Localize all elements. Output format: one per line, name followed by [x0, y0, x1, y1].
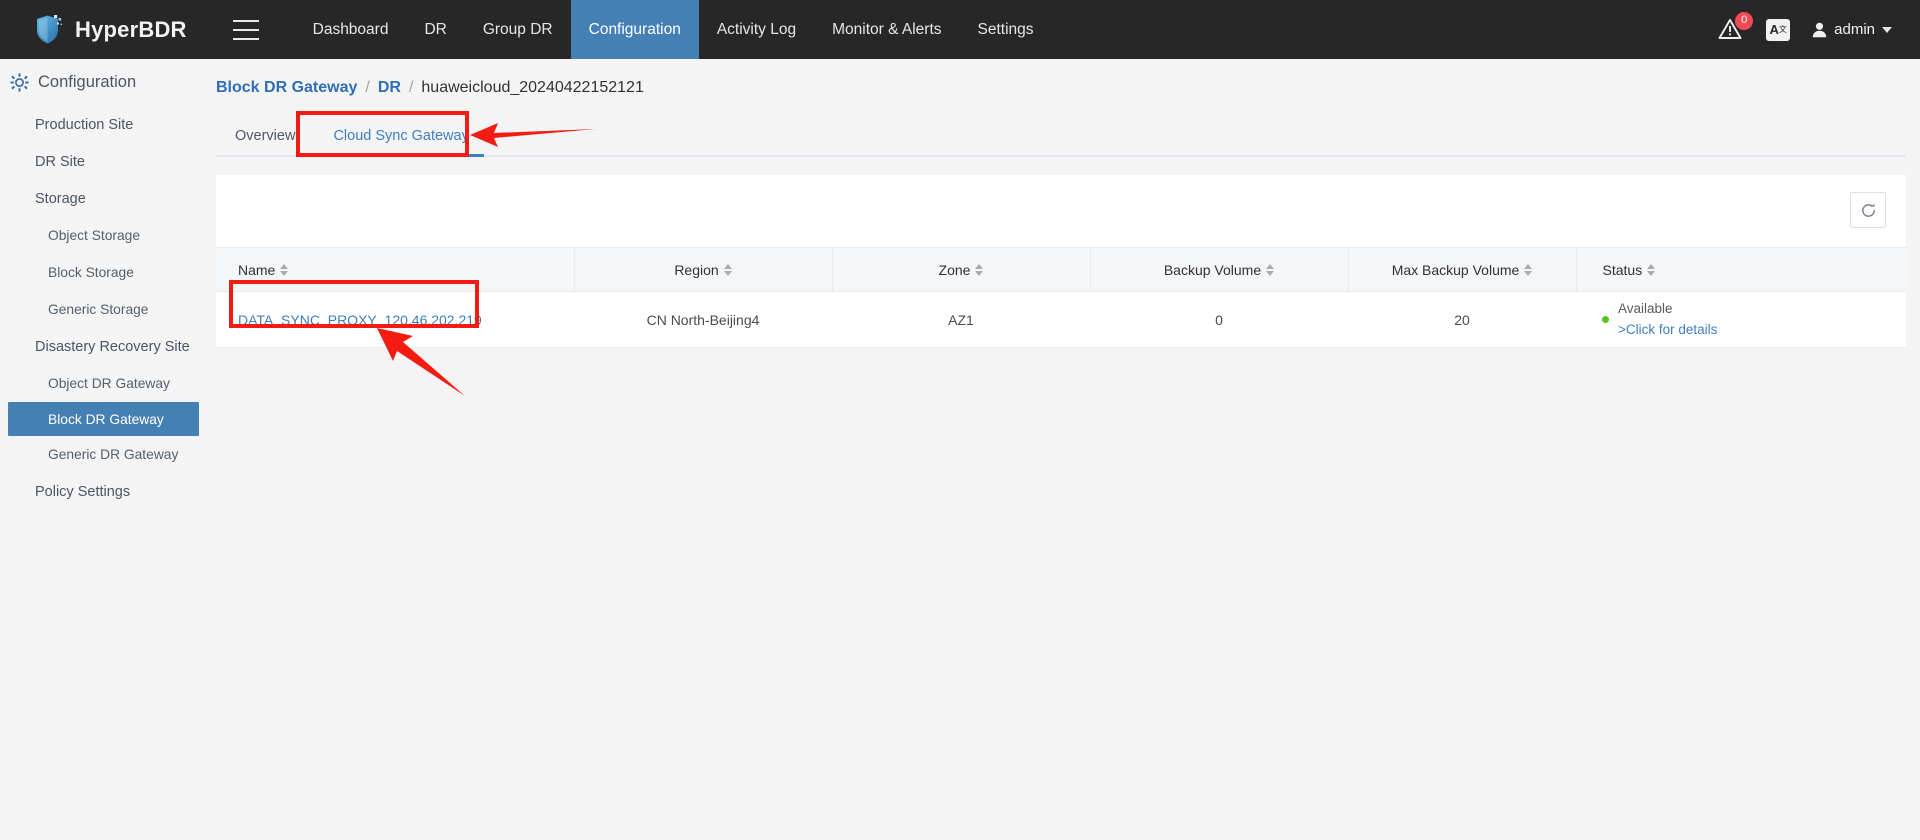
chevron-down-icon [1882, 26, 1892, 33]
table-header: Name Region Zone Backup Volume Max Backu… [216, 247, 1906, 292]
gateway-name-link[interactable]: DATA_SYNC_PROXY_120.46.202.219 [238, 312, 482, 328]
sidebar-title-label: Configuration [38, 73, 137, 91]
nav-item-activity-log[interactable]: Activity Log [699, 0, 814, 59]
breadcrumb-separator-2: / [408, 79, 414, 96]
column-label-status: Status [1602, 261, 1643, 278]
nav-item-dr[interactable]: DR [406, 0, 464, 59]
refresh-icon [1861, 202, 1875, 217]
column-header-name[interactable]: Name [216, 247, 575, 292]
gear-icon [10, 73, 29, 92]
breadcrumb-dr[interactable]: DR [378, 79, 401, 97]
cell-name: DATA_SYNC_PROXY_120.46.202.219 [216, 291, 574, 348]
alerts-count-badge: 0 [1735, 11, 1754, 30]
sidebar-item-object-dr-gateway[interactable]: Object DR Gateway [0, 365, 209, 402]
column-label-name: Name [238, 261, 276, 278]
sort-icon-zone[interactable] [975, 263, 984, 276]
status-indicator-dot [1602, 316, 1609, 323]
tab-overview[interactable]: Overview [216, 128, 314, 155]
user-avatar-icon [1812, 22, 1827, 37]
panel-toolbar [216, 175, 1906, 247]
status-details-link[interactable]: >Click for details [1618, 321, 1717, 339]
breadcrumb-separator-1: / [365, 79, 370, 96]
breadcrumb-root[interactable]: Block DR Gateway [216, 79, 357, 97]
main-nav: Dashboard DR Group DR Configuration Acti… [295, 0, 1052, 59]
sidebar-item-object-storage[interactable]: Object Storage [0, 217, 209, 254]
nav-item-dashboard[interactable]: Dashboard [295, 0, 407, 59]
column-label-max-backup-volume: Max Backup Volume [1391, 261, 1520, 278]
gateway-panel: Name Region Zone Backup Volume Max Backu… [216, 175, 1906, 348]
hamburger-menu-icon[interactable] [232, 19, 259, 40]
column-label-backup-volume: Backup Volume [1163, 261, 1262, 278]
nav-item-configuration[interactable]: Configuration [570, 0, 699, 59]
table-body: DATA_SYNC_PROXY_120.46.202.219 CN North-… [216, 291, 1906, 348]
cell-region: CN North-Beijing4 [574, 291, 832, 348]
user-name: admin [1834, 21, 1875, 38]
refresh-button[interactable] [1850, 192, 1886, 228]
sidebar: Configuration Production Site DR Site St… [0, 59, 209, 840]
main-content: Block DR Gateway / DR / huaweicloud_2024… [209, 59, 1920, 840]
sidebar-item-generic-storage[interactable]: Generic Storage [0, 291, 209, 328]
tab-cloud-sync-gateway[interactable]: Cloud Sync Gateway [314, 128, 487, 157]
sort-icon-name[interactable] [280, 263, 289, 276]
alerts-button[interactable]: 0 [1718, 11, 1754, 43]
column-header-zone[interactable]: Zone [832, 247, 1091, 292]
sort-icon-region[interactable] [723, 263, 732, 276]
gateway-table: Name Region Zone Backup Volume Max Backu… [216, 247, 1906, 348]
column-label-region: Region [674, 261, 719, 278]
table-row[interactable]: DATA_SYNC_PROXY_120.46.202.219 CN North-… [216, 291, 1906, 348]
language-letter: A [1769, 22, 1779, 37]
hyperbdr-shield-icon [34, 14, 64, 46]
brand-name: HyperBDR [75, 16, 187, 42]
nav-item-settings[interactable]: Settings [960, 0, 1052, 59]
brand-logo-area[interactable]: HyperBDR [34, 14, 187, 46]
sort-icon-backup-volume[interactable] [1266, 263, 1275, 276]
sort-icon-status[interactable] [1647, 263, 1656, 276]
column-header-max-backup-volume[interactable]: Max Backup Volume [1348, 247, 1577, 292]
sidebar-item-dr-site[interactable]: DR Site [0, 143, 209, 180]
user-menu[interactable]: admin [1812, 21, 1892, 38]
top-navigation-bar: HyperBDR Dashboard DR Group DR Configura… [0, 0, 1920, 59]
language-sup: 文 [1778, 25, 1787, 34]
topbar-right-cluster: 0 A文 admin [1718, 11, 1892, 43]
sidebar-item-block-dr-gateway[interactable]: Block DR Gateway [8, 402, 199, 436]
column-header-region[interactable]: Region [574, 247, 833, 292]
status-label: Available [1618, 301, 1673, 317]
sidebar-item-policy-settings[interactable]: Policy Settings [0, 473, 209, 510]
cell-max-backup-volume: 20 [1348, 291, 1576, 348]
sidebar-item-storage[interactable]: Storage [0, 180, 209, 217]
sort-icon-max-backup-volume[interactable] [1524, 263, 1533, 276]
sidebar-title: Configuration [0, 59, 209, 106]
nav-item-monitor-alerts[interactable]: Monitor & Alerts [814, 0, 959, 59]
cell-status: Available >Click for details [1576, 291, 1906, 348]
cell-backup-volume: 0 [1090, 291, 1348, 348]
column-header-status[interactable]: Status [1576, 247, 1906, 292]
table-header-row: Name Region Zone Backup Volume Max Backu… [216, 247, 1906, 292]
sidebar-item-block-storage[interactable]: Block Storage [0, 254, 209, 291]
sidebar-item-generic-dr-gateway[interactable]: Generic DR Gateway [0, 436, 209, 473]
sidebar-item-production-site[interactable]: Production Site [0, 106, 209, 143]
cell-zone: AZ1 [832, 291, 1090, 348]
breadcrumb-current: huaweicloud_20240422152121 [421, 79, 644, 96]
column-label-zone: Zone [938, 261, 971, 278]
breadcrumb: Block DR Gateway / DR / huaweicloud_2024… [209, 59, 1920, 97]
sidebar-item-disastery-recovery-site[interactable]: Disastery Recovery Site [0, 328, 209, 365]
tab-bar: Overview Cloud Sync Gateway [216, 116, 1906, 157]
language-switch-icon[interactable]: A文 [1766, 18, 1791, 41]
nav-item-group-dr[interactable]: Group DR [465, 0, 571, 59]
column-header-backup-volume[interactable]: Backup Volume [1090, 247, 1349, 292]
